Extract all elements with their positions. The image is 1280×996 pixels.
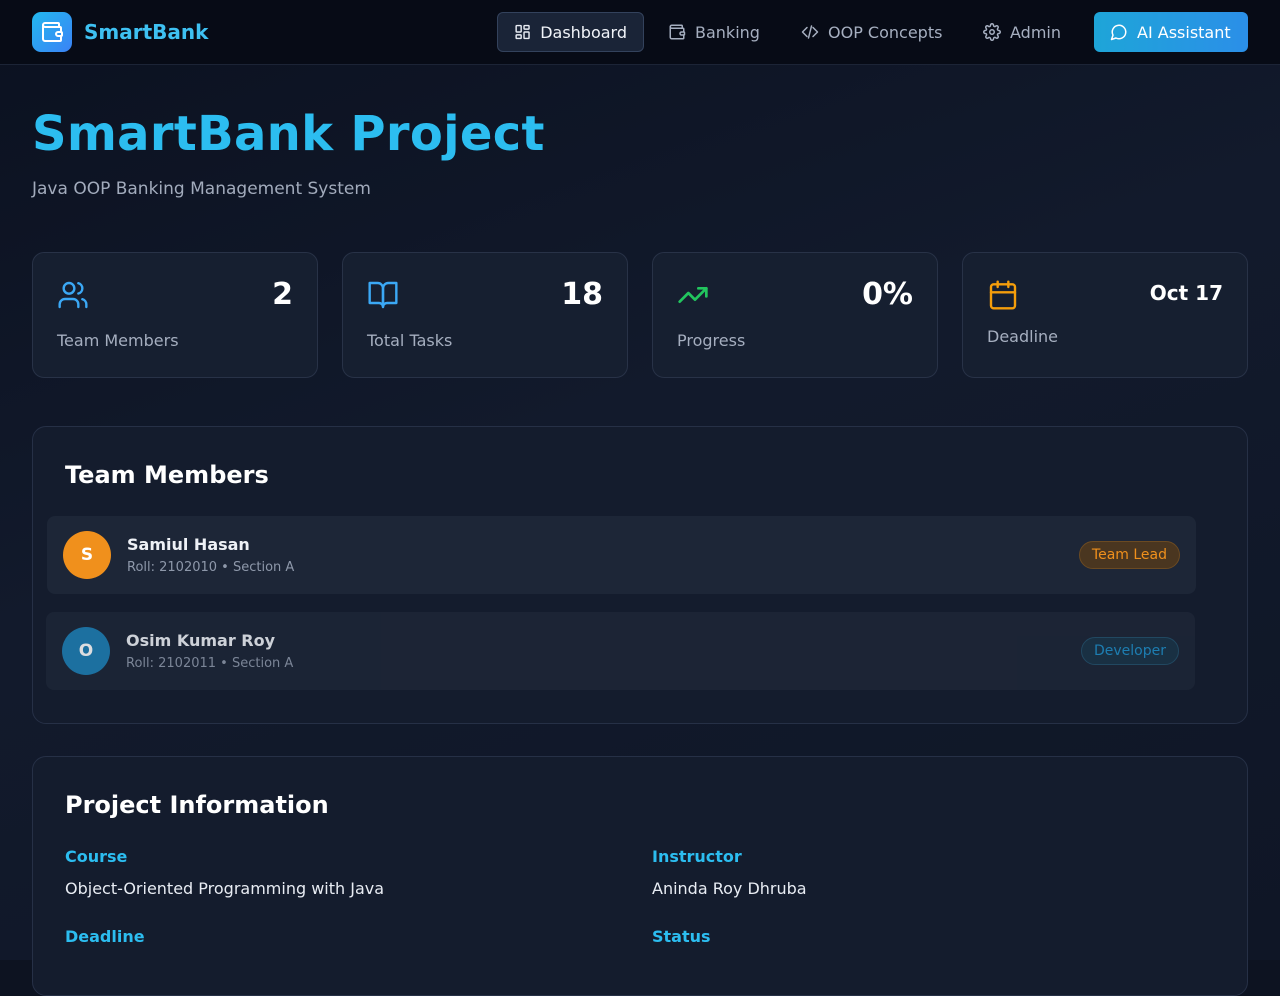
ai-assistant-label: AI Assistant (1137, 22, 1231, 42)
team-members-title: Team Members (65, 461, 269, 489)
stat-value: 0% (862, 277, 913, 312)
nav-oop-concepts[interactable]: OOP Concepts (785, 12, 958, 52)
book-open-icon (368, 281, 398, 309)
nav-dashboard-label: Dashboard (540, 22, 627, 42)
info-label-deadline: Deadline (65, 927, 145, 946)
member-name: Osim Kumar Roy (126, 631, 276, 650)
nav-dashboard[interactable]: Dashboard (497, 12, 644, 52)
dashboard-grid-icon (515, 24, 530, 40)
wallet-icon (669, 24, 686, 40)
stat-label: Deadline (987, 327, 1058, 346)
brand-name: SmartBank (84, 20, 209, 44)
team-member-row[interactable]: O Osim Kumar Roy Roll: 2102011 • Section… (46, 612, 1195, 690)
nav-banking[interactable]: Banking (652, 12, 776, 52)
stat-value: 2 (272, 277, 293, 312)
stat-label: Progress (677, 331, 746, 350)
info-value-instructor: Aninda Roy Dhruba (652, 879, 807, 898)
project-info-title: Project Information (65, 791, 329, 819)
info-label-status: Status (652, 927, 711, 946)
top-navbar: SmartBank Dashboard Banking OOP Concepts… (0, 0, 1280, 65)
stat-label: Team Members (57, 331, 179, 350)
page-title: SmartBank Project (32, 106, 545, 162)
nav-admin-label: Admin (1010, 22, 1061, 42)
team-members-panel: Team Members S Samiul Hasan Roll: 210201… (32, 426, 1248, 724)
code-icon (801, 25, 819, 39)
stat-label: Total Tasks (367, 331, 453, 350)
page-subtitle: Java OOP Banking Management System (32, 179, 371, 199)
stat-value: 18 (561, 277, 603, 312)
member-meta: Roll: 2102011 • Section A (126, 656, 294, 671)
chat-bubble-icon (1110, 24, 1127, 41)
ai-assistant-button[interactable]: AI Assistant (1094, 12, 1248, 52)
gear-icon (983, 23, 1001, 41)
users-icon (58, 281, 88, 309)
calendar-icon (989, 280, 1017, 310)
avatar: O (62, 627, 110, 675)
team-member-row[interactable]: S Samiul Hasan Roll: 2102010 • Section A… (47, 516, 1196, 594)
stat-value: Oct 17 (1149, 281, 1223, 305)
nav-banking-label: Banking (695, 22, 760, 42)
member-name: Samiul Hasan (127, 535, 250, 554)
trending-up-icon (678, 287, 708, 303)
info-label-instructor: Instructor (652, 847, 742, 866)
role-badge: Developer (1080, 637, 1179, 665)
info-value-course: Object-Oriented Programming with Java (65, 879, 385, 898)
avatar: S (63, 531, 111, 579)
stat-card-progress: 0% Progress (652, 252, 938, 378)
member-meta: Roll: 2102010 • Section A (127, 560, 295, 575)
project-info-panel: Project Information Course Object-Orient… (32, 756, 1248, 996)
nav-admin[interactable]: Admin (967, 12, 1077, 52)
brand[interactable]: SmartBank (32, 12, 208, 52)
info-label-course: Course (65, 847, 128, 866)
stat-card-team-members: 2 Team Members (32, 252, 318, 378)
nav-oop-label: OOP Concepts (828, 22, 943, 42)
wallet-logo-icon (32, 12, 72, 52)
stat-card-deadline: Oct 17 Deadline (962, 252, 1248, 378)
role-badge: Team Lead (1078, 541, 1180, 569)
stat-card-total-tasks: 18 Total Tasks (342, 252, 628, 378)
